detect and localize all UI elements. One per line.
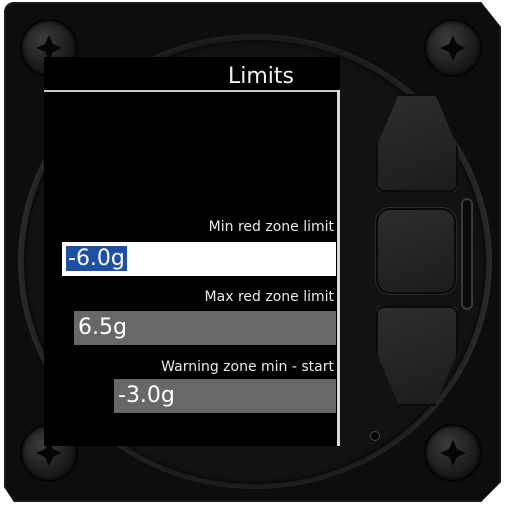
min-red-zone-value: -6.0g (66, 246, 127, 271)
light-sensor (371, 432, 379, 440)
max-red-zone-label: Max red zone limit (204, 289, 334, 305)
warning-zone-min-label: Warning zone min - start (161, 359, 334, 375)
screw-icon-top-right (426, 21, 480, 75)
screw-icon-bottom-right (426, 426, 480, 480)
max-red-zone-field[interactable]: 6.5g (74, 311, 336, 345)
rotary-slot[interactable] (461, 198, 473, 310)
warning-zone-min-field[interactable]: -3.0g (114, 379, 336, 413)
title-divider (44, 90, 340, 92)
enter-button[interactable] (376, 208, 456, 294)
max-red-zone-value: 6.5g (78, 315, 127, 340)
scroll-indicator (337, 90, 340, 446)
lcd-screen: Limits Min red zone limit -6.0g Max red … (44, 57, 340, 446)
warning-zone-min-value: -3.0g (118, 383, 175, 408)
min-red-zone-label: Min red zone limit (208, 219, 334, 235)
min-red-zone-field[interactable]: -6.0g (62, 242, 336, 276)
page-title: Limits (228, 64, 294, 89)
